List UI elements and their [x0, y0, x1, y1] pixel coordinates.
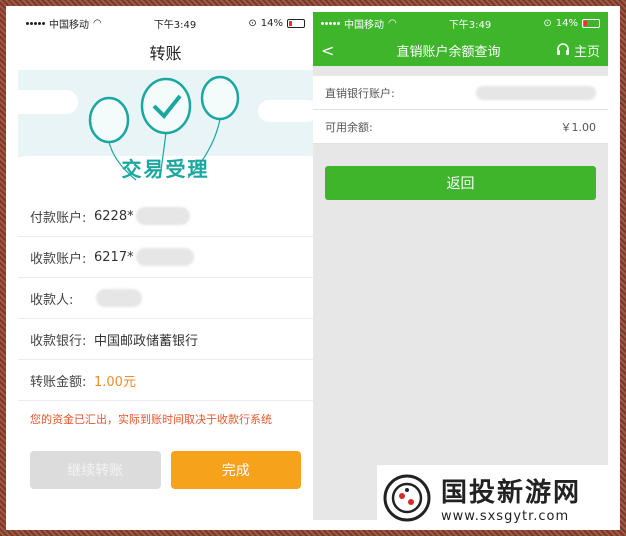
status-bar: 中国移动 ◠ 下午3:49 ⊙ 14%	[313, 12, 608, 34]
balance-value: ￥1.00	[560, 120, 597, 134]
balance-query-screen: 中国移动 ◠ 下午3:49 ⊙ 14% < 直销账户余额查询 主页 直销银行账户…	[313, 12, 608, 520]
status-time: 下午3:49	[448, 19, 492, 31]
row-label: 收款人:	[30, 292, 74, 308]
redacted-mask	[135, 248, 194, 266]
transfer-details: 付款账户: 6228* 收款账户: 6217* 收款人: 收款银行: 中国邮政储…	[18, 196, 313, 401]
banner-title: 交易受理	[121, 157, 210, 181]
continue-transfer-button[interactable]: 继续转账	[30, 451, 161, 489]
watermark-title: 国投新游网	[441, 477, 582, 508]
alarm-icon: ⊙	[248, 17, 257, 29]
row-label: 收款银行:	[30, 333, 87, 349]
alarm-icon: ⊙	[543, 17, 552, 29]
balance-row: 可用余额: ￥1.00	[313, 110, 608, 144]
wifi-icon: ◠	[388, 17, 397, 29]
watermark-url: www.sxsgytr.com	[441, 508, 570, 524]
home-link[interactable]: 主页	[556, 41, 600, 60]
row-value: 1.00元	[94, 374, 136, 390]
battery-percent: 14%	[260, 17, 283, 29]
row-pay-account: 付款账户: 6228*	[18, 196, 313, 237]
redacted-mask	[135, 207, 190, 225]
battery-icon	[286, 18, 305, 28]
status-bar: 中国移动 ◠ 下午3:49 ⊙ 14%	[18, 12, 313, 34]
transfer-screen: 中国移动 ◠ 下午3:49 ⊙ 14% 转账 交易受理 付款账户: 6228* …	[18, 12, 313, 520]
signal-icon	[26, 21, 45, 25]
logo-icon	[383, 474, 431, 521]
row-value: 6217*	[94, 249, 134, 265]
row-receive-account: 收款账户: 6217*	[18, 237, 313, 278]
carrier-label: 中国移动	[49, 19, 89, 31]
watermark: 国投新游网 www.sxsgytr.com	[377, 465, 620, 530]
done-button[interactable]: 完成	[170, 451, 301, 489]
page-title: 直销账户余额查询	[396, 44, 501, 60]
page-title: 转账	[18, 34, 313, 70]
header: 中国移动 ◠ 下午3:49 ⊙ 14% < 直销账户余额查询 主页	[313, 12, 608, 66]
balance-label: 可用余额:	[325, 120, 373, 134]
row-value: 6228*	[94, 208, 134, 224]
account-label: 直销银行账户:	[325, 86, 395, 100]
row-bank: 收款银行: 中国邮政储蓄银行	[18, 319, 313, 360]
back-icon[interactable]: <	[321, 41, 341, 60]
row-value: 中国邮政储蓄银行	[94, 333, 199, 349]
row-payee: 收款人:	[18, 278, 313, 319]
row-amount: 转账金额: 1.00元	[18, 360, 313, 401]
transfer-notice: 您的资金已汇出，实际到账时间取决于收款行系统	[30, 413, 272, 426]
row-label: 转账金额:	[30, 374, 87, 390]
redacted-mask	[476, 85, 596, 100]
battery-percent: 14%	[555, 17, 578, 29]
redacted-mask	[96, 289, 142, 307]
return-button[interactable]: 返回	[325, 166, 596, 200]
action-buttons: 继续转账 完成	[18, 437, 313, 503]
account-row: 直销银行账户:	[313, 76, 608, 110]
status-time: 下午3:49	[153, 19, 197, 31]
headset-icon	[556, 43, 569, 55]
nav-bar: < 直销账户余额查询 主页	[313, 34, 608, 66]
home-label: 主页	[573, 44, 600, 60]
row-label: 付款账户:	[30, 210, 87, 226]
success-banner: 交易受理	[18, 70, 313, 196]
signal-icon	[321, 21, 340, 25]
battery-icon	[581, 18, 600, 28]
row-label: 收款账户:	[30, 251, 87, 267]
carrier-label: 中国移动	[344, 19, 384, 31]
wifi-icon: ◠	[93, 17, 102, 29]
